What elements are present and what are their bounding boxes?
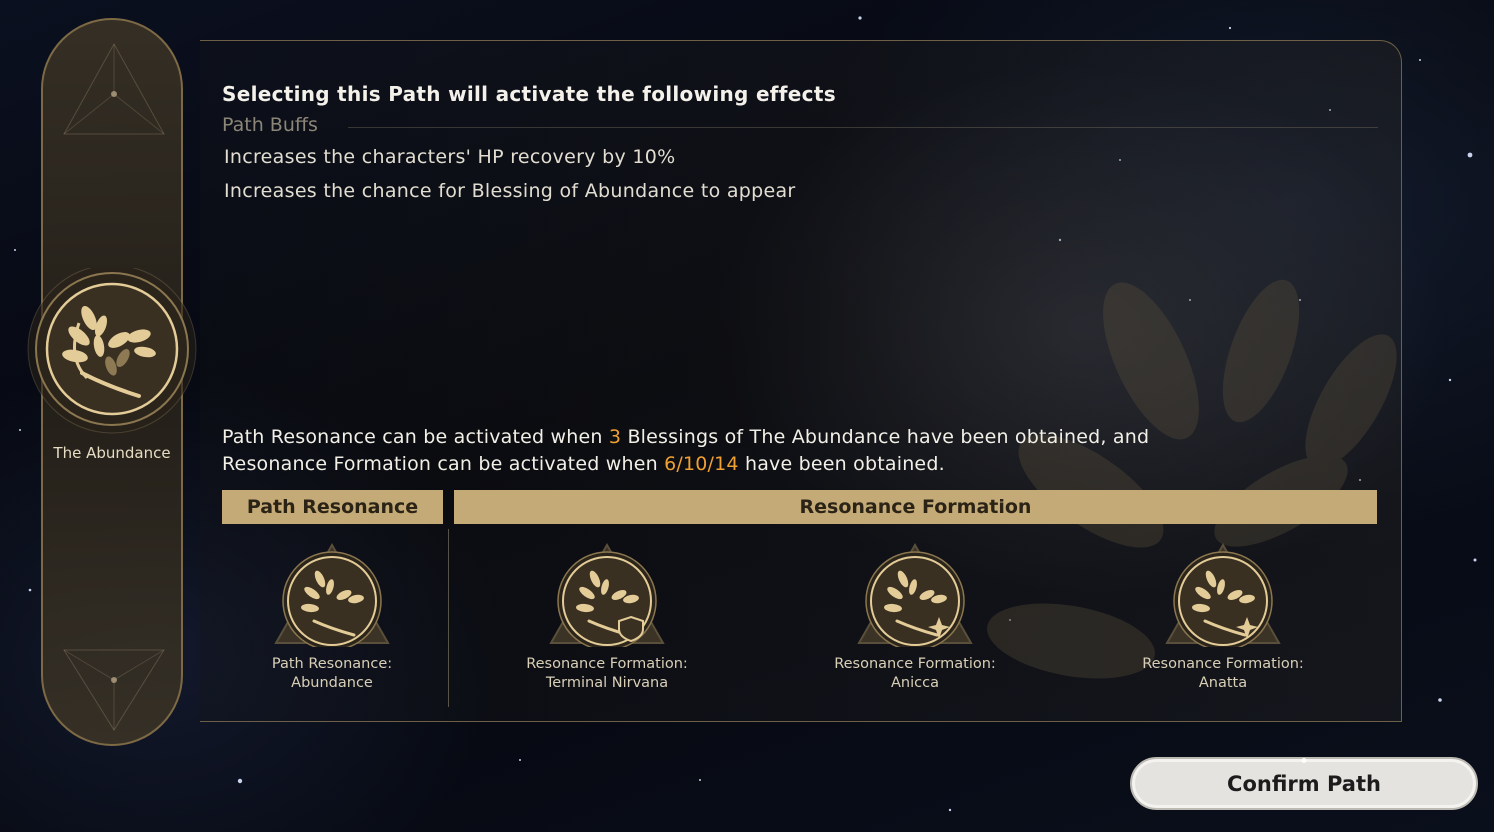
- formation-anicca[interactable]: Resonance Formation: Anicca: [805, 543, 1025, 693]
- path-resonance-abundance[interactable]: Path Resonance: Abundance: [222, 543, 442, 693]
- resonance-item-name: Anicca: [891, 675, 939, 691]
- shield-icon: [618, 615, 644, 643]
- buff-item: Increases the chance for Blessing of Abu…: [224, 180, 796, 202]
- resonance-item-name: Anatta: [1198, 675, 1248, 691]
- resonance-text: Path Resonance can be activated when: [222, 426, 609, 448]
- buffs-divider: [348, 127, 1378, 128]
- blessing-count: 3: [608, 426, 622, 448]
- confirm-path-button[interactable]: Confirm Path: [1130, 757, 1478, 810]
- resonance-description: Path Resonance can be activated when 3 B…: [222, 424, 1372, 478]
- path-buffs-heading: Path Buffs: [222, 114, 318, 136]
- formation-counts: 6/10/14: [664, 453, 739, 475]
- resonance-item-name: Abundance: [291, 675, 373, 691]
- abundance-laurel-icon[interactable]: [27, 268, 201, 442]
- path-resonance-header: Path Resonance: [222, 490, 443, 524]
- resonance-item-label: Resonance Formation:: [526, 656, 688, 672]
- top-triangle-ornament: [63, 42, 165, 135]
- terminal-nirvana-icon: [549, 543, 665, 647]
- abundance-resonance-icon: [274, 543, 390, 647]
- resonance-item-label: Resonance Formation:: [834, 656, 996, 672]
- formation-terminal-nirvana[interactable]: Resonance Formation: Terminal Nirvana: [497, 543, 717, 693]
- resonance-text: have been obtained.: [738, 453, 945, 475]
- buff-item: Increases the characters' HP recovery by…: [224, 146, 676, 168]
- path-effects-panel: Selecting this Path will activate the fo…: [200, 40, 1402, 722]
- resonance-item-label: Path Resonance:: [271, 656, 393, 672]
- resonance-item-label: Resonance Formation:: [1142, 656, 1304, 672]
- resonance-text: Blessings of The Abundance have been obt…: [621, 426, 1150, 448]
- formation-anatta[interactable]: Resonance Formation: Anatta: [1113, 543, 1333, 693]
- resonance-text: Resonance Formation can be activated whe…: [222, 453, 665, 475]
- effects-title: Selecting this Path will activate the fo…: [222, 82, 836, 106]
- anatta-icon: [1165, 543, 1281, 647]
- bottom-triangle-ornament: [63, 649, 165, 731]
- resonance-item-name: Terminal Nirvana: [545, 675, 669, 691]
- resonance-formation-header: Resonance Formation: [454, 490, 1377, 524]
- anicca-icon: [857, 543, 973, 647]
- column-divider: [448, 529, 449, 707]
- path-name-label: The Abundance: [53, 444, 171, 462]
